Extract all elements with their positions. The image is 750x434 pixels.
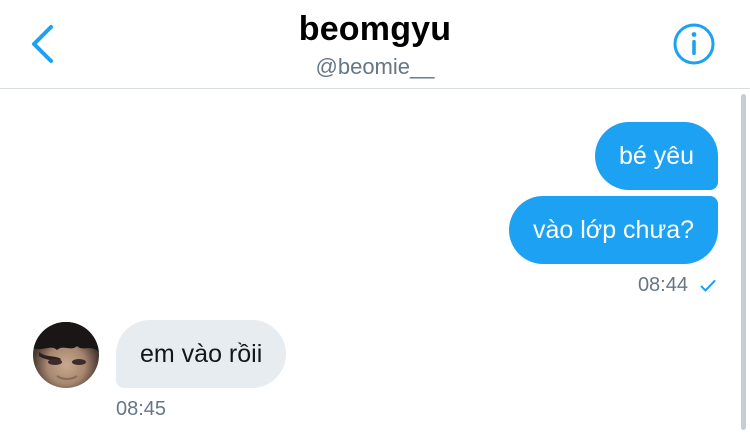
message-text: bé yêu xyxy=(618,142,694,170)
message-text: vào lớp chưa? xyxy=(533,216,694,244)
message-timestamp: 08:44 xyxy=(637,274,688,296)
conversation-header: beomgyu @beomie__ xyxy=(0,0,750,89)
message-bubble-incoming[interactable]: em vào rồii xyxy=(116,320,287,388)
avatar-image xyxy=(33,322,99,380)
conversation-title[interactable]: beomgyu xyxy=(0,10,750,49)
info-circle-icon xyxy=(673,23,715,65)
message-text: em vào rồii xyxy=(140,340,263,368)
checkmark-icon xyxy=(700,279,716,291)
info-button[interactable] xyxy=(672,22,716,66)
outgoing-message-meta: 08:44 xyxy=(638,274,716,297)
user-handle: @beomie__ xyxy=(315,54,435,79)
message-bubble-outgoing[interactable]: bé yêu xyxy=(594,122,718,190)
avatar[interactable] xyxy=(33,322,99,388)
message-timestamp: 08:45 xyxy=(116,398,167,420)
scrollbar[interactable] xyxy=(741,94,746,430)
message-bubble-outgoing[interactable]: vào lớp chưa? xyxy=(509,196,718,264)
